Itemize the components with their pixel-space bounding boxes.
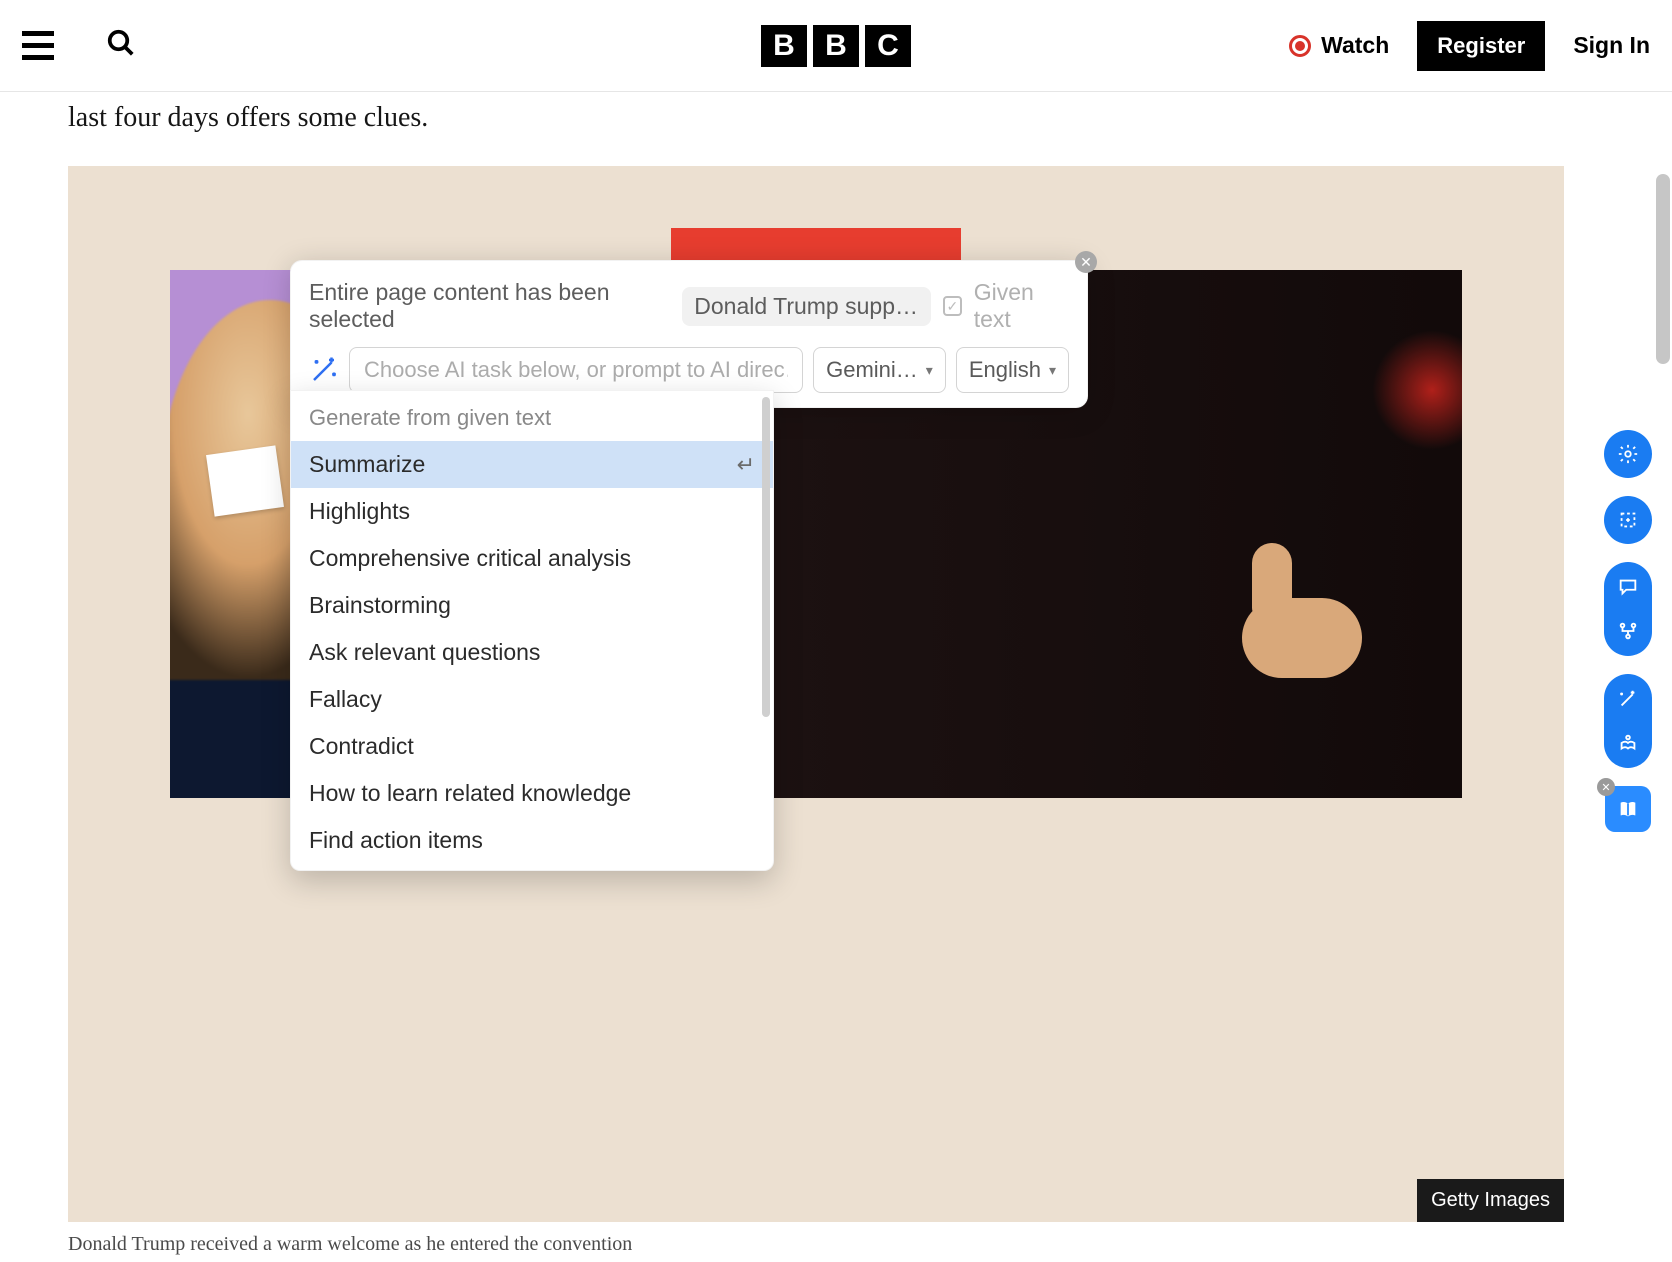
dropdown-item-summarize[interactable]: Summarize ↵ — [291, 441, 773, 488]
ai-prompt-input[interactable] — [349, 347, 803, 393]
bbc-logo[interactable]: B B C — [761, 25, 911, 67]
image-red-light — [1372, 330, 1462, 450]
dropdown-item-label: Fallacy — [309, 686, 382, 713]
ai-context-row: Entire page content has been selected Do… — [309, 279, 1069, 333]
close-icon[interactable]: ✕ — [1075, 251, 1097, 273]
chevron-down-icon: ▾ — [1049, 362, 1056, 379]
wand-read-pill[interactable] — [1604, 674, 1652, 768]
register-button[interactable]: Register — [1417, 21, 1545, 71]
dropdown-section-header: Generate from given text — [291, 391, 773, 441]
ai-task-dropdown: Generate from given text Summarize ↵ Highl… — [290, 390, 774, 871]
menu-icon[interactable] — [22, 31, 54, 60]
dropdown-item-fallacy[interactable]: Fallacy — [291, 676, 773, 723]
dropdown-item-contradict[interactable]: Contradict — [291, 723, 773, 770]
dropdown-item-brainstorming[interactable]: Brainstorming — [291, 582, 773, 629]
given-text-checkbox[interactable]: ✓ — [943, 296, 962, 316]
wand-icon — [1617, 688, 1639, 710]
dropdown-scrollbar[interactable] — [762, 397, 770, 717]
enter-icon: ↵ — [737, 452, 755, 478]
close-badge-icon[interactable]: ✕ — [1597, 778, 1615, 796]
dropdown-item-label: Brainstorming — [309, 592, 451, 619]
image-caption: Donald Trump received a warm welcome as … — [68, 1233, 632, 1256]
dropdown-item-label: Highlights — [309, 498, 410, 525]
chat-graph-pill[interactable] — [1604, 562, 1652, 656]
ai-prompt-panel: ✕ Entire page content has been selected … — [290, 260, 1088, 408]
dropdown-item-find-action-items[interactable]: Find action items — [291, 817, 773, 864]
live-dot-icon — [1289, 35, 1311, 57]
dropdown-item-ask-relevant-questions[interactable]: Ask relevant questions — [291, 629, 773, 676]
watch-link[interactable]: Watch — [1289, 32, 1389, 59]
wand-icon — [309, 355, 339, 385]
book-button[interactable]: ✕ — [1605, 786, 1651, 832]
image-thumbs-up — [1222, 528, 1362, 678]
read-icon — [1617, 732, 1639, 754]
graph-icon — [1617, 620, 1639, 642]
logo-letter: C — [865, 25, 911, 67]
dropdown-item-label: How to learn related knowledge — [309, 780, 631, 807]
screenshot-button[interactable] — [1604, 496, 1652, 544]
chat-icon — [1617, 576, 1639, 598]
ai-input-row: Gemini… ▾ English ▾ — [309, 347, 1069, 393]
logo-letter: B — [761, 25, 807, 67]
watch-label: Watch — [1321, 32, 1389, 59]
model-selected-label: Gemini… — [826, 357, 918, 383]
chevron-down-icon: ▾ — [926, 362, 933, 379]
page-scrollbar[interactable] — [1656, 174, 1670, 364]
dropdown-item-label: Comprehensive critical analysis — [309, 545, 631, 572]
dropdown-item-label: Summarize — [309, 451, 425, 478]
language-select[interactable]: English ▾ — [956, 347, 1069, 393]
dropdown-item-comprehensive-critical-analysis[interactable]: Comprehensive critical analysis — [291, 535, 773, 582]
model-select[interactable]: Gemini… ▾ — [813, 347, 946, 393]
language-selected-label: English — [969, 357, 1041, 383]
dropdown-item-label: Find action items — [309, 827, 483, 854]
floating-toolbar: ✕ — [1604, 430, 1652, 832]
ai-context-text: Entire page content has been selected — [309, 279, 670, 333]
gear-icon — [1617, 443, 1639, 465]
site-header: B B C Watch Register Sign In — [0, 0, 1672, 92]
crop-icon — [1617, 509, 1639, 531]
dropdown-item-label: Contradict — [309, 733, 414, 760]
book-icon — [1617, 798, 1639, 820]
header-right-group: Watch Register Sign In — [1289, 21, 1650, 71]
settings-button[interactable] — [1604, 430, 1652, 478]
article-paragraph: last four days offers some clues. — [68, 102, 1672, 134]
dropdown-item-how-to-learn-related-knowledge[interactable]: How to learn related knowledge — [291, 770, 773, 817]
signin-link[interactable]: Sign In — [1573, 32, 1650, 59]
image-credit: Getty Images — [1417, 1179, 1564, 1222]
image-bandage — [206, 445, 284, 516]
dropdown-item-highlights[interactable]: Highlights — [291, 488, 773, 535]
given-text-label: Given text — [974, 279, 1069, 333]
logo-letter: B — [813, 25, 859, 67]
ai-context-chip[interactable]: Donald Trump suppor… — [682, 287, 931, 326]
search-icon[interactable] — [106, 28, 136, 63]
dropdown-item-label: Ask relevant questions — [309, 639, 540, 666]
